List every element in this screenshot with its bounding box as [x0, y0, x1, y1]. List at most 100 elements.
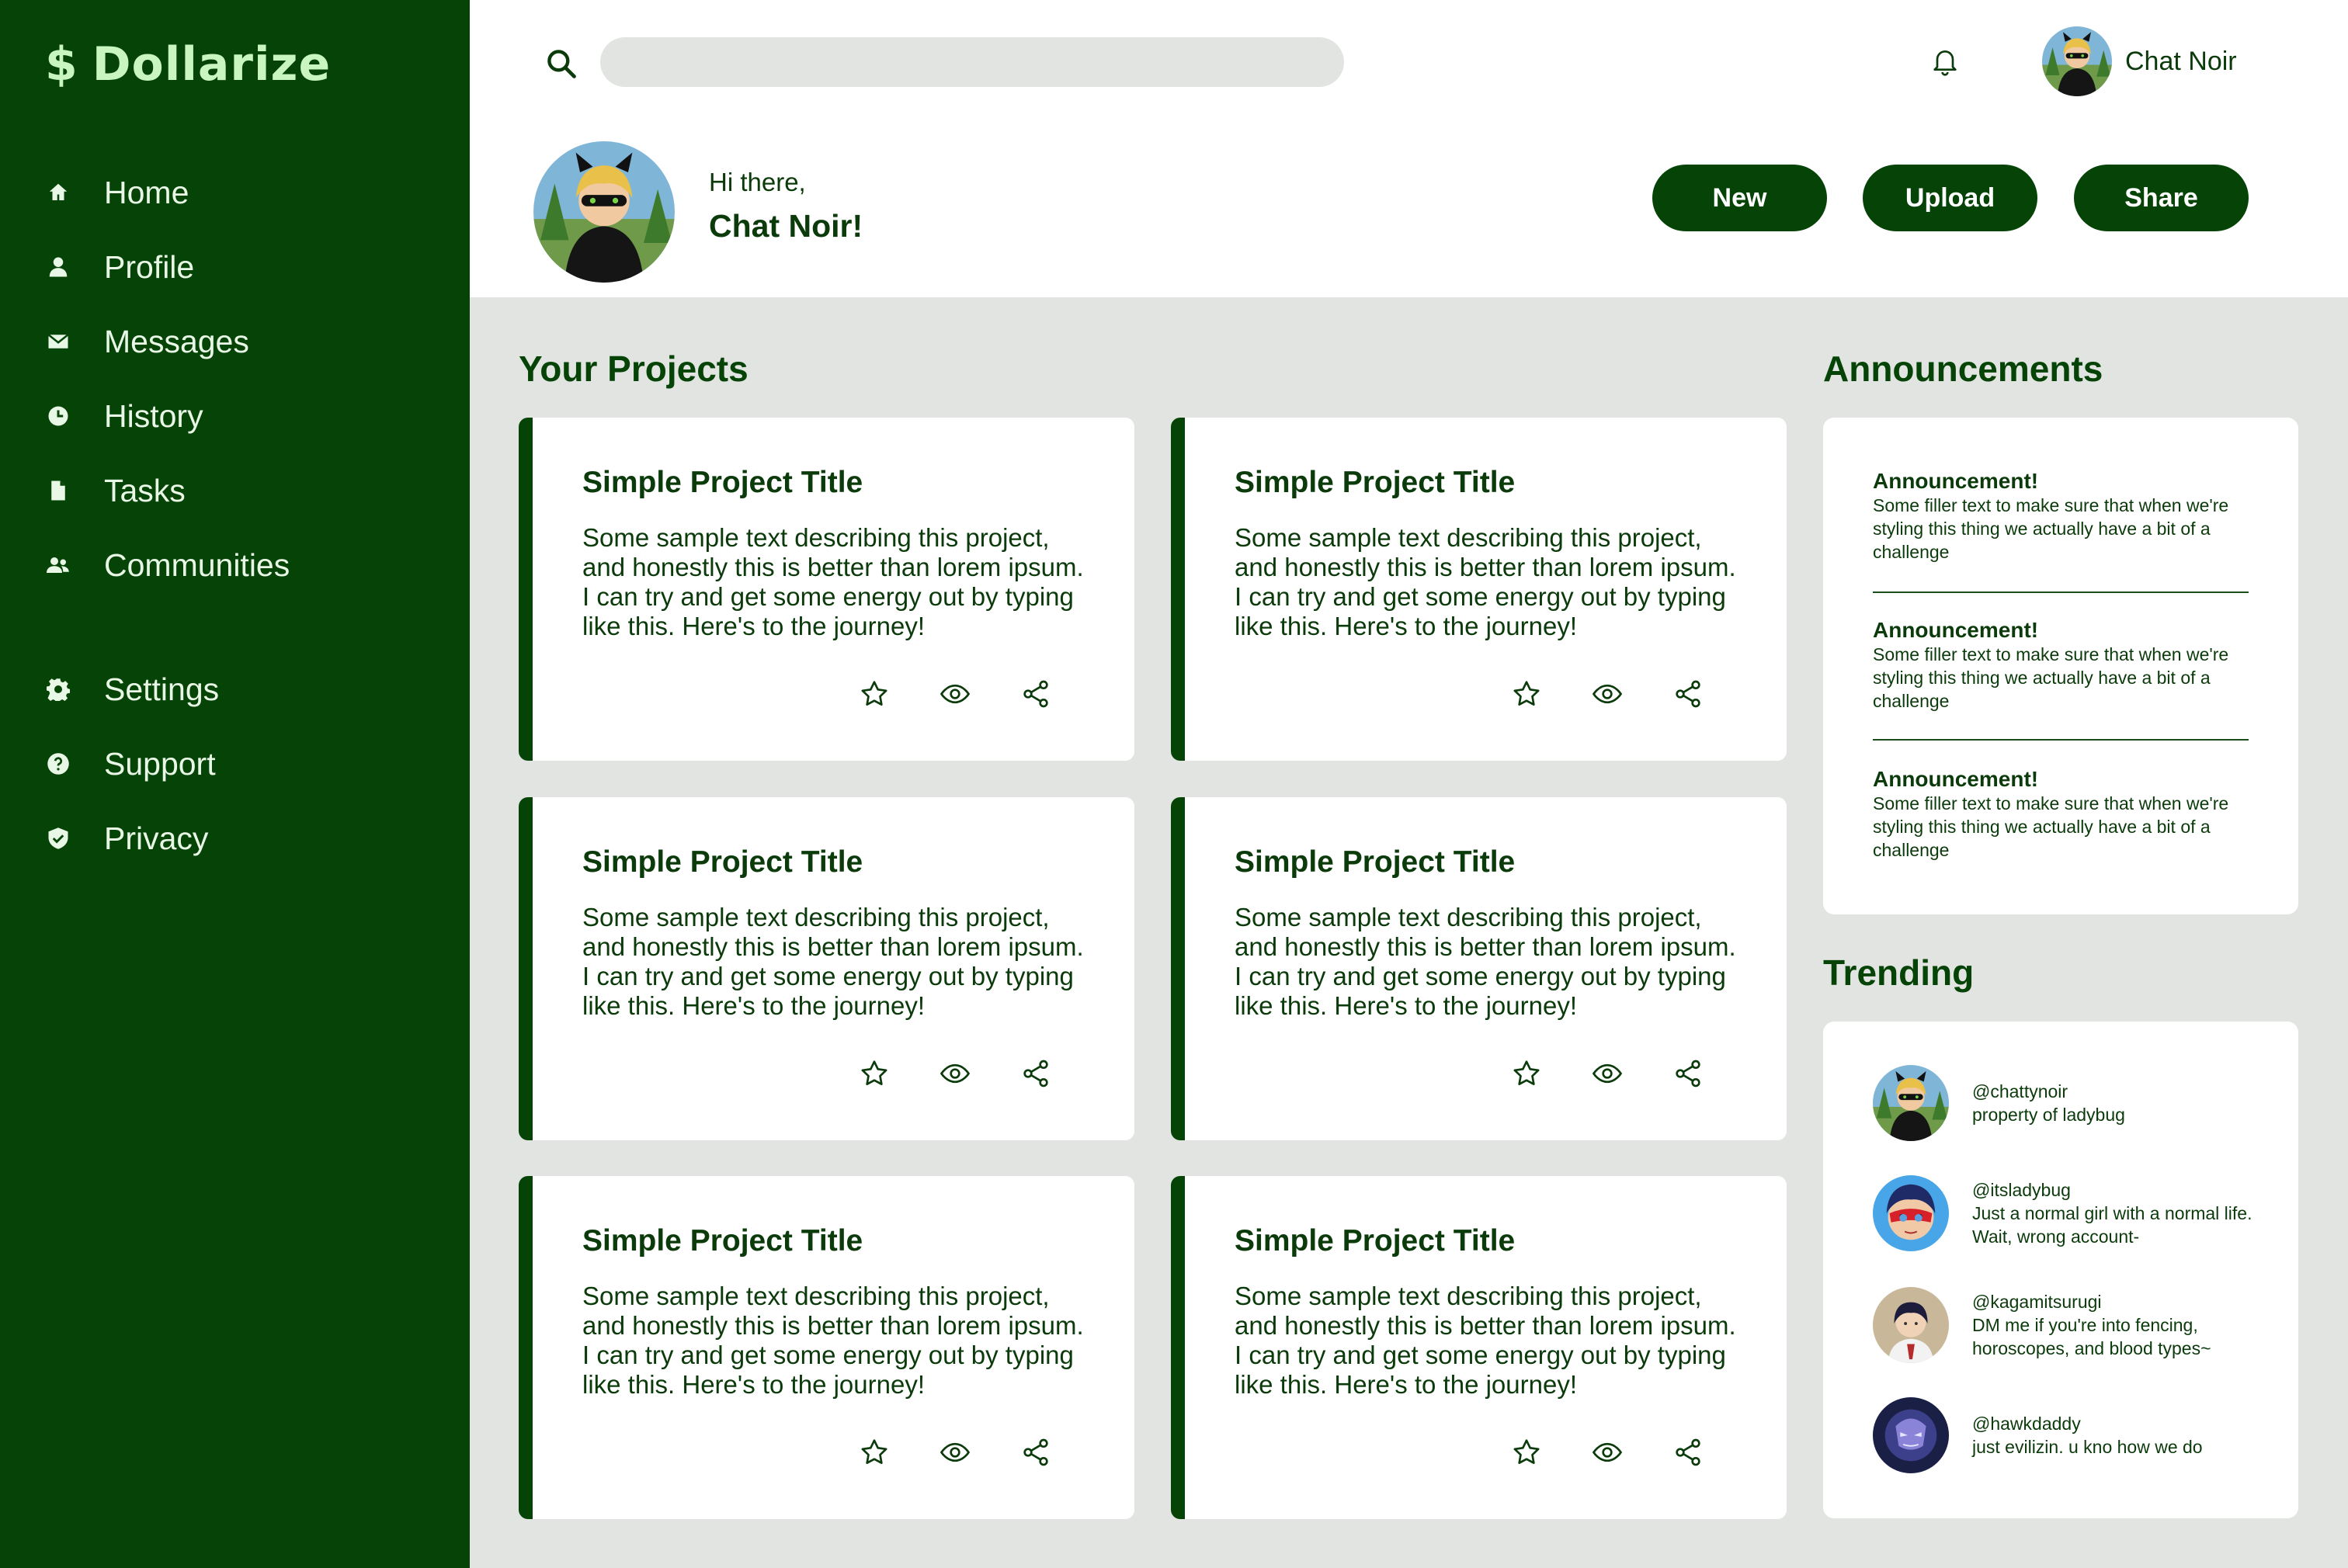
- sidebar-item-tasks[interactable]: Tasks: [0, 453, 470, 528]
- sidebar-item-label: Privacy: [104, 820, 209, 856]
- top-header: Chat Noir Hi there, Chat Noir! New Uploa…: [470, 0, 2348, 297]
- star-icon[interactable]: [1511, 1058, 1542, 1089]
- projects-heading: Your Projects: [519, 349, 749, 389]
- sidebar-item-label: History: [104, 397, 203, 434]
- sidebar-item-label: Communities: [104, 546, 290, 583]
- share-icon[interactable]: [1672, 1058, 1704, 1089]
- avatar: [1873, 1065, 1949, 1141]
- sidebar-item-home[interactable]: Home: [0, 155, 470, 230]
- share-icon[interactable]: [1672, 1437, 1704, 1468]
- share-icon[interactable]: [1020, 678, 1051, 709]
- username[interactable]: Chat Noir: [2125, 47, 2237, 77]
- sidebar: $ Dollarize Home Profile Messages Histor…: [0, 0, 470, 1568]
- trending-text-block: @itsladybug Just a normal girl with a no…: [1972, 1178, 2277, 1248]
- new-button[interactable]: New: [1652, 165, 1827, 231]
- announcement-title: Announcement!: [1873, 618, 2039, 642]
- star-icon[interactable]: [859, 1058, 890, 1089]
- sidebar-item-label: Messages: [104, 323, 249, 359]
- project-description: Some sample text describing this project…: [1235, 903, 1736, 1020]
- divider: [1873, 739, 2249, 741]
- eye-icon[interactable]: [940, 1437, 971, 1468]
- app-name: Dollarize: [92, 37, 332, 92]
- project-description: Some sample text describing this project…: [582, 523, 1084, 640]
- sidebar-item-profile[interactable]: Profile: [0, 230, 470, 304]
- announcement-text: Some filler text to make sure that when …: [1873, 495, 2229, 562]
- project-description: Some sample text describing this project…: [582, 903, 1084, 1020]
- sidebar-item-settings[interactable]: Settings: [0, 652, 470, 727]
- search-icon[interactable]: [544, 47, 578, 81]
- sidebar-item-privacy[interactable]: Privacy: [0, 801, 470, 876]
- project-title: Simple Project Title: [582, 466, 863, 499]
- help-icon: [45, 751, 71, 777]
- sidebar-item-label: Tasks: [104, 472, 186, 508]
- star-icon[interactable]: [859, 678, 890, 709]
- trending-panel: @chattynoir property of ladybug @itslady…: [1823, 1022, 2298, 1518]
- project-card[interactable]: Simple Project Title Some sample text de…: [1171, 1176, 1787, 1519]
- project-card[interactable]: Simple Project Title Some sample text de…: [519, 418, 1134, 761]
- announcement-title: Announcement!: [1873, 469, 2039, 493]
- trending-item[interactable]: @chattynoir property of ladybug: [1873, 1065, 2277, 1141]
- eye-icon[interactable]: [940, 678, 971, 709]
- project-title: Simple Project Title: [582, 845, 863, 879]
- file-icon: [45, 477, 71, 504]
- trending-text-block: @kagamitsurugi DM me if you're into fenc…: [1972, 1290, 2277, 1360]
- sidebar-item-messages[interactable]: Messages: [0, 304, 470, 379]
- eye-icon[interactable]: [1592, 1437, 1623, 1468]
- eye-icon[interactable]: [1592, 678, 1623, 709]
- avatar: [1873, 1397, 1949, 1473]
- profile-avatar: [533, 141, 675, 283]
- announcement-item[interactable]: Announcement! Some filler text to make s…: [1873, 618, 2249, 713]
- card-actions: [1511, 678, 1704, 709]
- share-icon[interactable]: [1020, 1058, 1051, 1089]
- share-icon[interactable]: [1020, 1437, 1051, 1468]
- trending-bio: DM me if you're into fencing, horoscopes…: [1972, 1315, 2211, 1358]
- avatar[interactable]: [2042, 26, 2112, 96]
- upload-button[interactable]: Upload: [1863, 165, 2037, 231]
- eye-icon[interactable]: [940, 1058, 971, 1089]
- project-card[interactable]: Simple Project Title Some sample text de…: [519, 1176, 1134, 1519]
- trending-bio: property of ladybug: [1972, 1105, 2125, 1125]
- trending-item[interactable]: @kagamitsurugi DM me if you're into fenc…: [1873, 1287, 2277, 1363]
- sidebar-item-communities[interactable]: Communities: [0, 528, 470, 602]
- bell-icon[interactable]: [1929, 45, 1961, 76]
- trending-item[interactable]: @itsladybug Just a normal girl with a no…: [1873, 1175, 2277, 1251]
- trending-item[interactable]: @hawkdaddy just evilizin. u kno how we d…: [1873, 1397, 2277, 1473]
- star-icon[interactable]: [859, 1437, 890, 1468]
- avatar: [1873, 1175, 1949, 1251]
- project-description: Some sample text describing this project…: [1235, 523, 1736, 640]
- project-title: Simple Project Title: [1235, 466, 1516, 499]
- trending-heading: Trending: [1823, 952, 1975, 993]
- announcement-text: Some filler text to make sure that when …: [1873, 793, 2229, 860]
- star-icon[interactable]: [1511, 1437, 1542, 1468]
- project-card[interactable]: Simple Project Title Some sample text de…: [519, 797, 1134, 1140]
- trending-text-block: @chattynoir property of ladybug: [1972, 1080, 2125, 1126]
- app-logo[interactable]: $ Dollarize: [45, 37, 331, 92]
- project-title: Simple Project Title: [1235, 1224, 1516, 1258]
- home-icon: [45, 179, 71, 206]
- trending-text-block: @hawkdaddy just evilizin. u kno how we d…: [1972, 1412, 2203, 1459]
- person-icon: [45, 254, 71, 280]
- sidebar-item-label: Profile: [104, 248, 195, 285]
- project-description: Some sample text describing this project…: [1235, 1282, 1736, 1399]
- project-card[interactable]: Simple Project Title Some sample text de…: [1171, 797, 1787, 1140]
- project-card[interactable]: Simple Project Title Some sample text de…: [1171, 418, 1787, 761]
- sidebar-item-label: Support: [104, 745, 216, 782]
- greeting-text: Hi there,: [709, 168, 806, 196]
- mail-icon: [45, 328, 71, 355]
- sidebar-item-support[interactable]: Support: [0, 727, 470, 801]
- share-button[interactable]: Share: [2074, 165, 2249, 231]
- sidebar-nav: Home Profile Messages History Tasks Comm…: [0, 155, 470, 876]
- search-input[interactable]: [600, 37, 1344, 87]
- announcement-item[interactable]: Announcement! Some filler text to make s…: [1873, 767, 2249, 862]
- project-title: Simple Project Title: [1235, 845, 1516, 879]
- sidebar-item-history[interactable]: History: [0, 379, 470, 453]
- announcement-item[interactable]: Announcement! Some filler text to make s…: [1873, 469, 2249, 564]
- people-icon: [45, 552, 71, 578]
- card-actions: [859, 678, 1051, 709]
- star-icon[interactable]: [1511, 678, 1542, 709]
- share-icon[interactable]: [1672, 678, 1704, 709]
- dollar-logo-icon: $: [45, 37, 78, 92]
- announcements-panel: Announcement! Some filler text to make s…: [1823, 418, 2298, 914]
- eye-icon[interactable]: [1592, 1058, 1623, 1089]
